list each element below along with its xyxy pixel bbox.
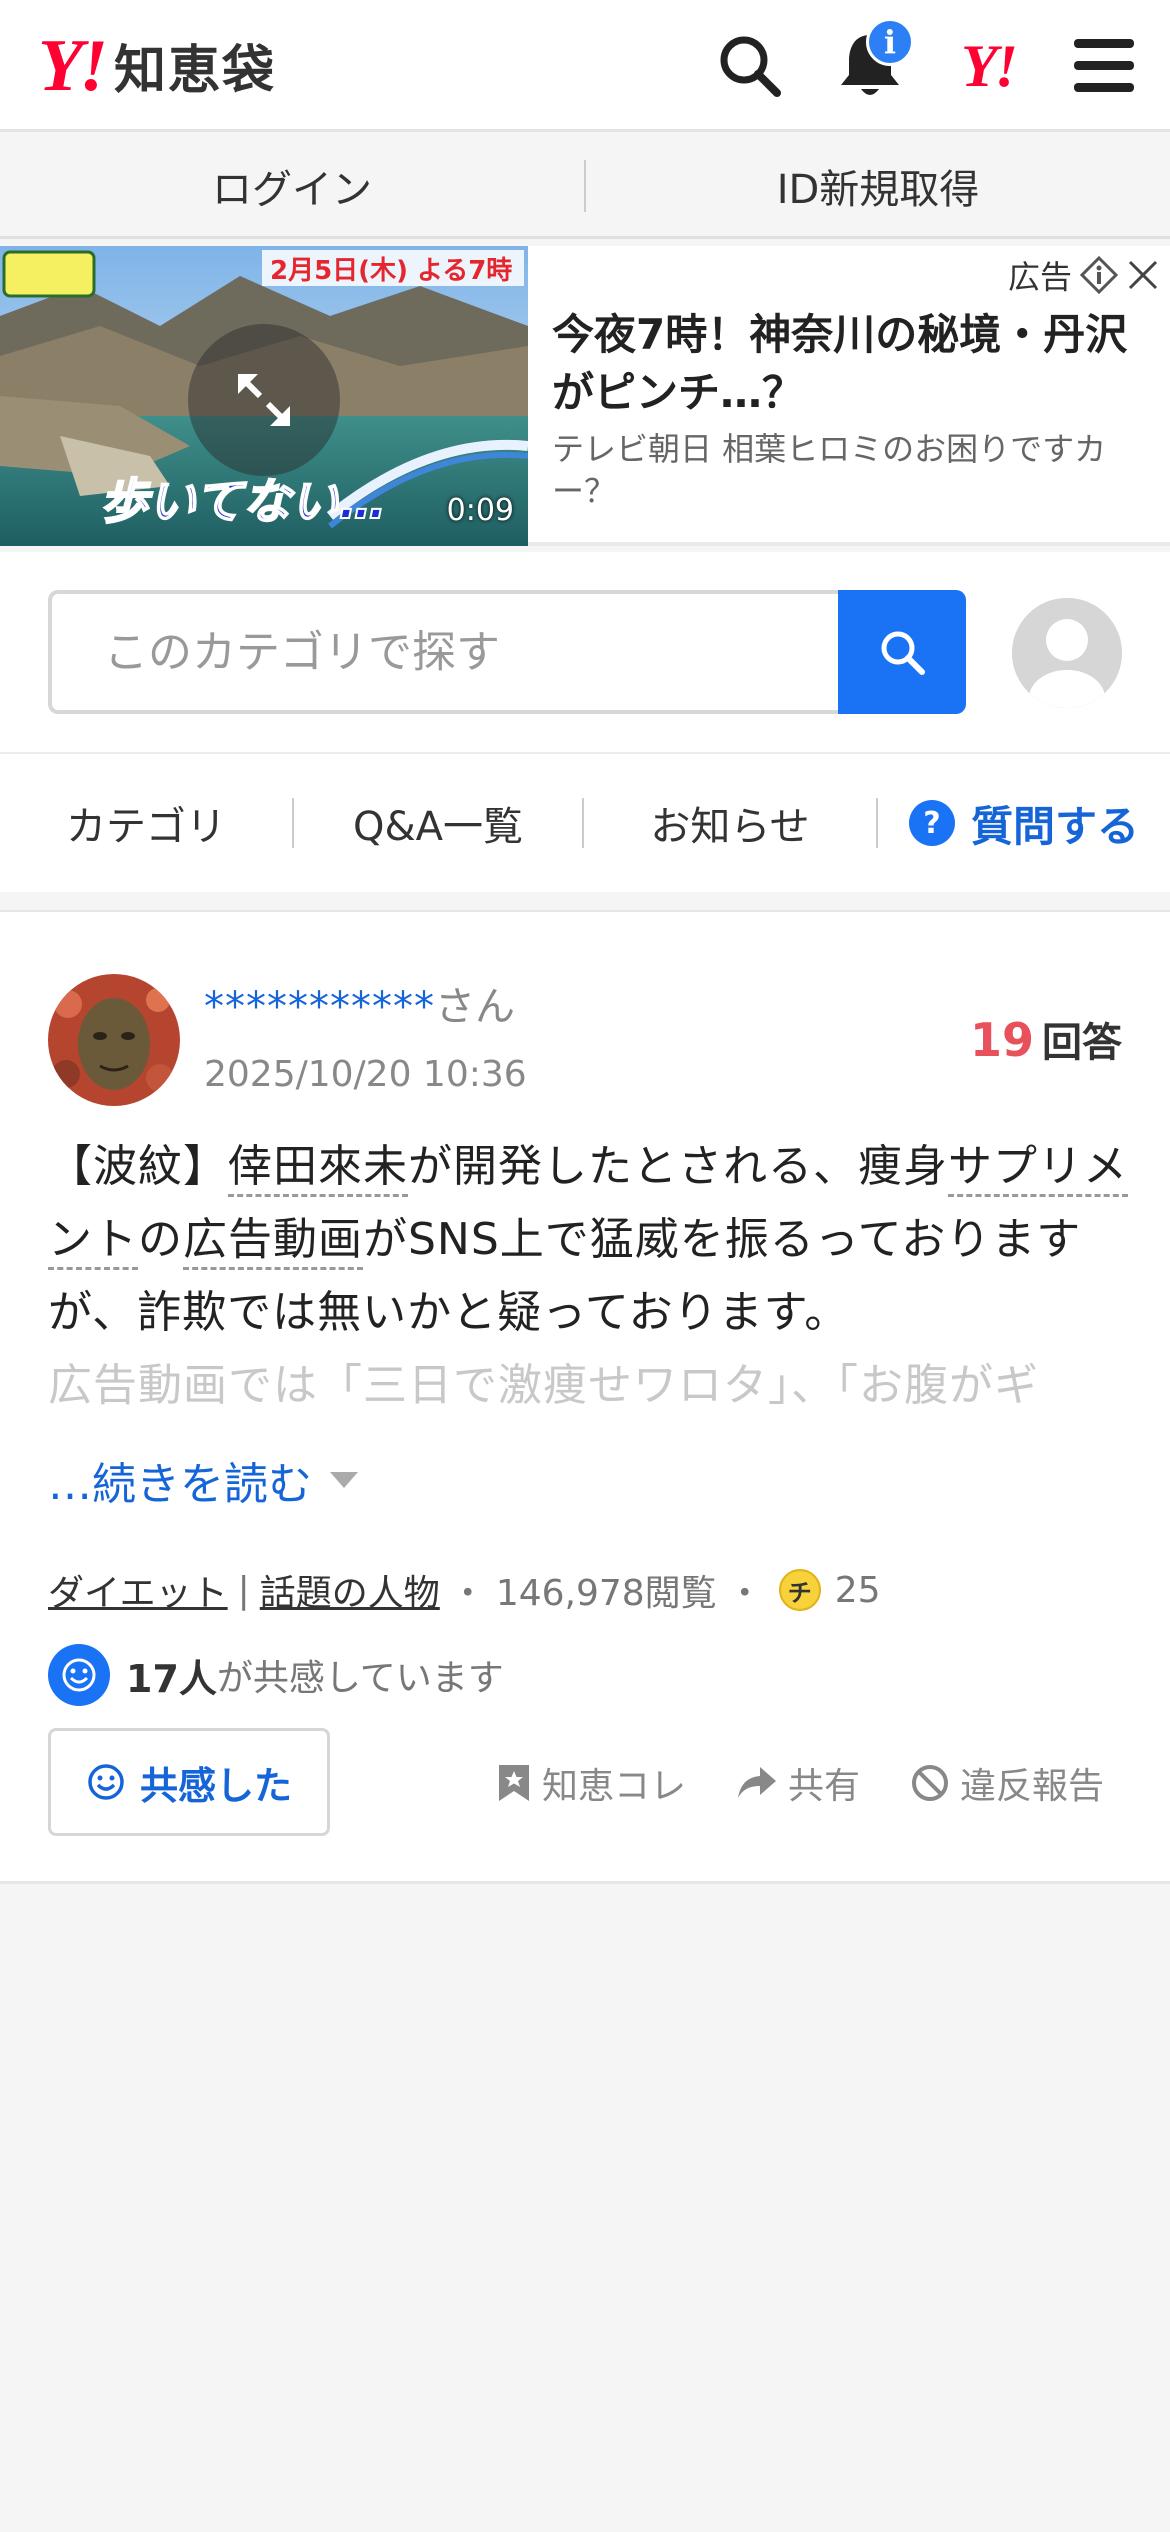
body-text: の xyxy=(138,1214,183,1265)
ad-video-thumbnail[interactable]: 2月5日(木) よる7時 歩いてない… 0:09 xyxy=(0,246,528,546)
empathy-button[interactable]: 共感した xyxy=(48,1728,330,1836)
prohibit-icon xyxy=(911,1765,948,1801)
user-name: *********** xyxy=(204,984,435,1030)
question-date: 2025/10/20 10:36 xyxy=(204,1054,527,1095)
search-input[interactable] xyxy=(52,594,838,710)
category-search-area xyxy=(0,552,1170,752)
keyword-link[interactable]: 倖田來未 xyxy=(228,1141,408,1197)
report-label: 違反報告 xyxy=(959,1766,1104,1807)
nav-category[interactable]: カテゴリ xyxy=(0,754,292,892)
bookmark-icon xyxy=(498,1765,529,1801)
empathy-text: が共感しています xyxy=(216,1658,504,1699)
ad-label-group: 広告 xyxy=(1008,252,1160,298)
body-text: 【波紋】 xyxy=(48,1141,228,1192)
smile-icon xyxy=(48,1644,110,1706)
ad-thumb-date: 2月5日(木) よる7時 xyxy=(270,256,512,286)
save-to-collection-button[interactable]: 知恵コレ xyxy=(496,1757,686,1809)
question-actions: 知恵コレ 共有 違反報告 xyxy=(496,1757,1104,1809)
search-icon[interactable] xyxy=(712,28,788,104)
view-count: 146,978閲覧 xyxy=(495,1573,717,1614)
read-more-link[interactable]: …続きを読む xyxy=(48,1448,358,1512)
answer-count[interactable]: 19 回答 xyxy=(970,1010,1122,1068)
search-icon xyxy=(881,631,925,675)
login-link[interactable]: ログイン xyxy=(0,135,584,236)
ad-title[interactable]: 今夜7時！神奈川の秘境・丹沢がピンチ…？ xyxy=(552,306,1152,422)
notification-button[interactable]: i xyxy=(832,18,914,104)
register-link[interactable]: ID新規取得 xyxy=(586,135,1170,236)
category-link-diet[interactable]: ダイエット xyxy=(48,1564,228,1616)
ad-close-icon[interactable] xyxy=(1126,258,1160,292)
auth-bar: ログイン ID新規取得 xyxy=(0,135,1170,239)
search-box xyxy=(48,590,838,714)
question-mark-icon: ? xyxy=(908,800,955,846)
empathy-summary: 17人 が共感しています xyxy=(48,1644,504,1706)
meta-dot: ・ xyxy=(726,1573,763,1614)
video-duration: 0:09 xyxy=(446,493,514,528)
ad-thumb-caption: 歩いてない… xyxy=(100,474,387,530)
empathy-button-label: 共感した xyxy=(139,1763,292,1808)
ad-label: 広告 xyxy=(1007,258,1072,296)
notification-badge: i xyxy=(866,18,914,66)
share-icon xyxy=(737,1767,776,1798)
question-meta: ダイエット | 話題の人物 ・ 146,978閲覧 ・ チ 25 xyxy=(48,1564,881,1616)
question-card: ***********さん 2025/10/20 10:36 19 回答 【波紋】… xyxy=(0,910,1170,1884)
my-avatar[interactable] xyxy=(1012,598,1122,708)
yahoo-logo-mark: Y! xyxy=(38,24,108,107)
question-body-faded: 広告動画では「三日で激痩せワロタ」、「お腹がギ xyxy=(48,1360,1039,1411)
category-nav: カテゴリ Q&A一覧 お知らせ ? 質問する xyxy=(0,752,1170,892)
questioner-name[interactable]: ***********さん xyxy=(204,974,515,1032)
user-suffix: さん xyxy=(435,984,515,1030)
keyword-link[interactable]: 広告動画 xyxy=(183,1214,363,1270)
questioner-avatar[interactable] xyxy=(48,974,180,1106)
ask-label: 質問する xyxy=(970,801,1139,851)
logo-text: 知恵袋 xyxy=(114,41,277,101)
meta-separator: | xyxy=(237,1569,250,1611)
category-link-topic-person[interactable]: 話題の人物 xyxy=(260,1564,440,1616)
answer-number: 19 xyxy=(969,1013,1034,1067)
app-header: Y! 知恵袋 i Y! xyxy=(0,0,1170,132)
report-button[interactable]: 違反報告 xyxy=(910,1757,1104,1809)
coin-icon: チ xyxy=(778,1569,821,1611)
share-button[interactable]: 共有 xyxy=(736,1757,860,1809)
ad-source: テレビ朝日 相葉ヒロミのお困りですカー？ xyxy=(552,430,1107,510)
smile-icon xyxy=(88,1764,124,1800)
search-button[interactable] xyxy=(838,590,966,714)
yahoo-mini-logo: Y! xyxy=(961,33,1018,99)
answer-label: 回答 xyxy=(1042,1020,1122,1066)
save-label: 知恵コレ xyxy=(541,1766,686,1807)
yahoo-icon[interactable]: Y! xyxy=(950,28,1026,104)
user-icon xyxy=(1012,598,1122,708)
ask-question-button[interactable]: ? 質問する xyxy=(878,754,1170,892)
share-label: 共有 xyxy=(787,1766,860,1807)
empathy-count: 17人 xyxy=(126,1656,217,1701)
coin-count: 25 xyxy=(834,1569,881,1611)
ad-banner[interactable]: 2月5日(木) よる7時 歩いてない… 0:09 広告 今夜7時！神奈川の秘境・… xyxy=(0,246,1170,546)
chevron-down-icon xyxy=(330,1472,358,1488)
meta-dot: ・ xyxy=(449,1573,486,1614)
read-more-label: …続きを読む xyxy=(48,1459,312,1510)
body-text: が開発したとされる、痩身 xyxy=(408,1141,948,1192)
nav-news[interactable]: お知らせ xyxy=(584,754,876,892)
nav-qa-list[interactable]: Q&A一覧 xyxy=(294,754,582,892)
ad-info-icon[interactable] xyxy=(1080,256,1118,294)
expand-video-button[interactable] xyxy=(188,324,340,476)
question-body: 【波紋】倖田來未が開発したとされる、痩身サプリメントの広告動画がSNS上で猛威を… xyxy=(48,1130,1128,1349)
menu-icon[interactable] xyxy=(1066,28,1142,104)
chiebukuro-logo[interactable]: Y! 知恵袋 xyxy=(38,28,276,103)
expand-icon xyxy=(238,374,290,426)
